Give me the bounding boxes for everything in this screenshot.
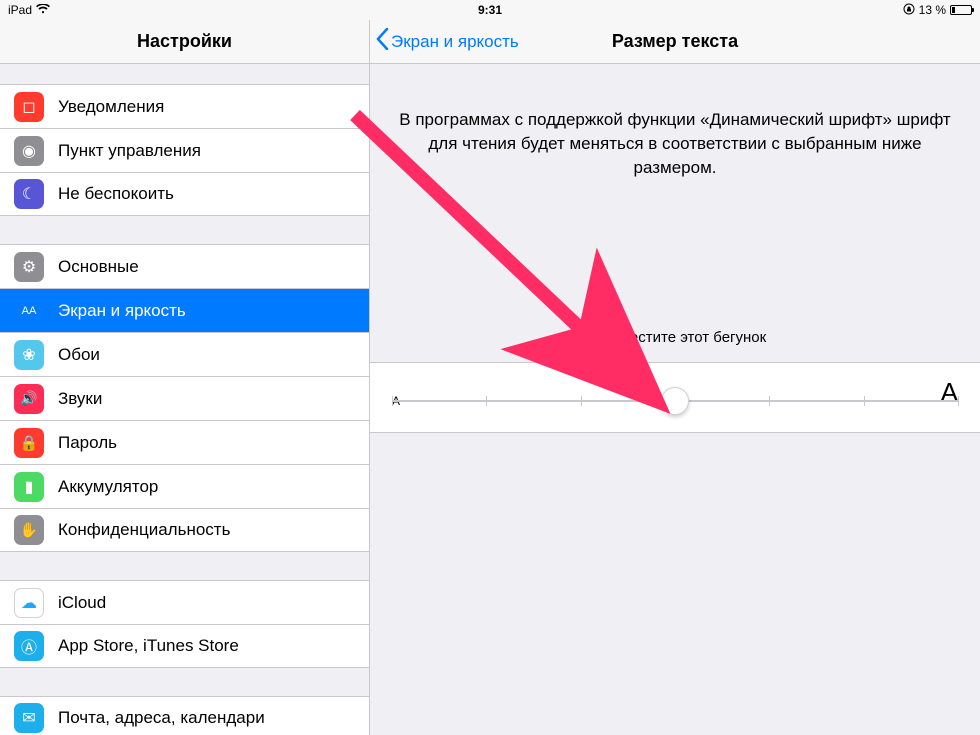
sidebar-item-icloud[interactable]: ☁ iCloud bbox=[0, 580, 369, 624]
icloud-icon: ☁ bbox=[14, 588, 44, 618]
sidebar-item-label: Обои bbox=[58, 345, 369, 365]
slider-tick bbox=[486, 396, 487, 406]
sidebar-item-control-center[interactable]: ◉ Пункт управления bbox=[0, 128, 369, 172]
sidebar-item-label: Основные bbox=[58, 257, 369, 277]
privacy-icon: ✋ bbox=[14, 515, 44, 545]
back-button[interactable]: Экран и яркость bbox=[376, 28, 519, 55]
sidebar-item-label: Аккумулятор bbox=[58, 477, 369, 497]
battery-icon: ▮ bbox=[14, 472, 44, 502]
clock: 9:31 bbox=[478, 3, 502, 17]
explanation-text: В программах с поддержкой функции «Динам… bbox=[370, 88, 980, 179]
app-store-icon: Ⓐ bbox=[14, 631, 44, 661]
sidebar-item-label: Не беспокоить bbox=[58, 184, 369, 204]
sidebar-item-label: Уведомления bbox=[58, 97, 369, 117]
sidebar-item-sounds[interactable]: 🔊 Звуки bbox=[0, 376, 369, 420]
slider-tick bbox=[958, 396, 959, 406]
sidebar-item-mail[interactable]: ✉ Почта, адреса, календари bbox=[0, 696, 369, 735]
orientation-lock-icon bbox=[903, 3, 915, 18]
slider-tick bbox=[769, 396, 770, 406]
control-center-icon: ◉ bbox=[14, 136, 44, 166]
status-bar: iPad 9:31 13 % bbox=[0, 0, 980, 20]
sidebar-item-label: Пункт управления bbox=[58, 141, 369, 161]
device-label: iPad bbox=[8, 3, 32, 17]
detail-navbar: Экран и яркость Размер текста bbox=[370, 20, 980, 64]
sidebar-title: Настройки bbox=[137, 31, 232, 52]
sidebar-item-general[interactable]: ⚙ Основные bbox=[0, 244, 369, 288]
battery-percent: 13 % bbox=[919, 3, 946, 17]
general-icon: ⚙ bbox=[14, 252, 44, 282]
detail-title: Размер текста bbox=[612, 31, 738, 52]
sidebar-item-battery[interactable]: ▮ Аккумулятор bbox=[0, 464, 369, 508]
settings-sidebar: Настройки ◻ Уведомления ◉ Пункт управления ☾… bbox=[0, 20, 370, 735]
sidebar-item-wallpaper[interactable]: ❀ Обои bbox=[0, 332, 369, 376]
chevron-left-icon bbox=[376, 28, 389, 55]
do-not-disturb-icon: ☾ bbox=[14, 179, 44, 209]
sidebar-item-label: Пароль bbox=[58, 433, 369, 453]
wifi-icon bbox=[36, 3, 50, 17]
slider-caption: Переместите этот бегунок bbox=[370, 329, 980, 346]
sidebar-item-label: Звуки bbox=[58, 389, 369, 409]
notifications-icon: ◻ bbox=[14, 92, 44, 122]
sidebar-item-label: Конфиденциальность bbox=[58, 520, 369, 540]
mail-icon: ✉ bbox=[14, 703, 44, 733]
sidebar-navbar: Настройки bbox=[0, 20, 369, 64]
sidebar-item-privacy[interactable]: ✋ Конфиденциальность bbox=[0, 508, 369, 552]
wallpaper-icon: ❀ bbox=[14, 340, 44, 370]
sidebar-item-passcode[interactable]: 🔒 Пароль bbox=[0, 420, 369, 464]
sidebar-item-label: App Store, iTunes Store bbox=[58, 636, 369, 656]
sidebar-item-label: Почта, адреса, календари bbox=[58, 708, 369, 728]
sidebar-item-notifications[interactable]: ◻ Уведомления bbox=[0, 84, 369, 128]
sidebar-item-app-store[interactable]: Ⓐ App Store, iTunes Store bbox=[0, 624, 369, 668]
sidebar-list[interactable]: ◻ Уведомления ◉ Пункт управления ☾ Не беспоко… bbox=[0, 64, 369, 735]
slider-thumb[interactable] bbox=[661, 387, 689, 415]
slider-tick bbox=[864, 396, 865, 406]
text-size-slider-panel: A A bbox=[370, 362, 980, 433]
slider-tick bbox=[392, 396, 393, 406]
slider-tick bbox=[581, 396, 582, 406]
text-size-slider[interactable] bbox=[392, 400, 958, 402]
detail-pane: Экран и яркость Размер текста В программ… bbox=[370, 20, 980, 735]
sounds-icon: 🔊 bbox=[14, 384, 44, 414]
sidebar-item-display-brightness[interactable]: AA Экран и яркость bbox=[0, 288, 369, 332]
back-label: Экран и яркость bbox=[391, 32, 519, 52]
display-brightness-icon: AA bbox=[14, 296, 44, 326]
sidebar-item-label: Экран и яркость bbox=[58, 301, 369, 321]
sidebar-item-do-not-disturb[interactable]: ☾ Не беспокоить bbox=[0, 172, 369, 216]
slider-max-label: A bbox=[941, 377, 958, 408]
battery-icon bbox=[950, 5, 972, 15]
passcode-icon: 🔒 bbox=[14, 428, 44, 458]
sidebar-item-label: iCloud bbox=[58, 593, 369, 613]
